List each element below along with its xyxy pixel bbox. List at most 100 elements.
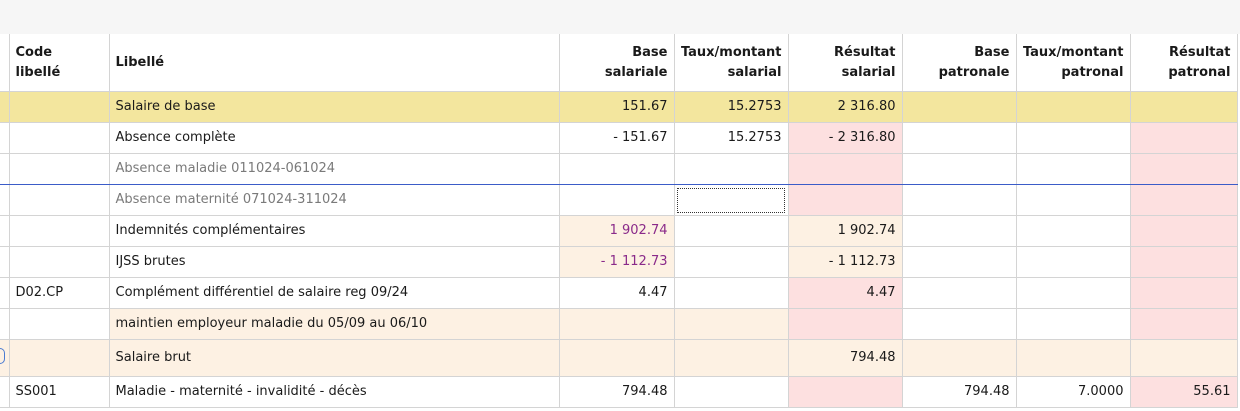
- cell-taux-patronal[interactable]: [1016, 153, 1131, 185]
- cell-base-salariale[interactable]: [559, 153, 675, 185]
- table-row[interactable]: Indemnités complémentaires 1 902.74 1 90…: [0, 215, 1238, 247]
- col-header-taux-salarial[interactable]: Taux/montant salarial: [674, 34, 789, 92]
- cell-base-salariale[interactable]: 151.67: [559, 91, 675, 123]
- cell-taux-salarial[interactable]: [674, 339, 789, 377]
- cell-base-patronale[interactable]: [902, 277, 1017, 309]
- cell-taux-patronal[interactable]: [1016, 308, 1131, 340]
- cell-code[interactable]: [9, 339, 110, 377]
- table-row[interactable]: Salaire de base 151.67 15.2753 2 316.80: [0, 91, 1238, 123]
- cell-base-salariale[interactable]: 794.48: [559, 376, 675, 408]
- expand-marker-icon[interactable]: [0, 348, 5, 364]
- cell-libelle[interactable]: maintien employeur maladie du 05/09 au 0…: [109, 308, 560, 340]
- cell-code[interactable]: [9, 184, 110, 216]
- cell-resultat-patronal[interactable]: [1130, 308, 1238, 340]
- cell-resultat-patronal[interactable]: [1130, 122, 1238, 154]
- cell-code[interactable]: [9, 215, 110, 247]
- col-header-resultat-patronal[interactable]: Résultat patronal: [1130, 34, 1238, 92]
- cell-resultat-salarial[interactable]: 794.48: [788, 339, 903, 377]
- cell-resultat-patronal[interactable]: [1130, 91, 1238, 123]
- cell-libelle[interactable]: Maladie - maternité - invalidité - décès: [109, 376, 560, 408]
- cell-taux-patronal[interactable]: [1016, 246, 1131, 278]
- cell-libelle[interactable]: Complément différentiel de salaire reg 0…: [109, 277, 560, 309]
- cell-code[interactable]: D02.CP: [9, 277, 110, 309]
- table-row[interactable]: Absence maladie 011024-061024: [0, 153, 1238, 185]
- table-row[interactable]: IJSS brutes - 1 112.73 - 1 112.73: [0, 246, 1238, 278]
- cell-code[interactable]: [9, 91, 110, 123]
- cell-libelle[interactable]: Absence maternité 071024-311024: [109, 184, 560, 216]
- cell-base-salariale[interactable]: 1 902.74: [559, 215, 675, 247]
- table-row[interactable]: D02.CP Complément différentiel de salair…: [0, 277, 1238, 309]
- cell-resultat-patronal[interactable]: 55.61: [1130, 376, 1238, 408]
- cell-base-salariale[interactable]: [559, 339, 675, 377]
- cell-base-salariale[interactable]: 4.47: [559, 277, 675, 309]
- cell-taux-patronal[interactable]: [1016, 184, 1131, 216]
- cell-base-patronale[interactable]: [902, 91, 1017, 123]
- row-selector[interactable]: [0, 376, 10, 408]
- cell-taux-salarial-focused[interactable]: [674, 184, 789, 216]
- cell-base-patronale[interactable]: [902, 122, 1017, 154]
- cell-resultat-salarial[interactable]: [788, 153, 903, 185]
- cell-taux-salarial[interactable]: [674, 246, 789, 278]
- cell-base-patronale[interactable]: [902, 339, 1017, 377]
- cell-resultat-patronal[interactable]: [1130, 339, 1238, 377]
- row-selector[interactable]: [0, 277, 10, 309]
- cell-libelle[interactable]: Salaire de base: [109, 91, 560, 123]
- cell-base-patronale[interactable]: [902, 308, 1017, 340]
- cell-taux-patronal[interactable]: [1016, 339, 1131, 377]
- table-row[interactable]: Absence complète - 151.67 15.2753 - 2 31…: [0, 122, 1238, 154]
- col-header-code[interactable]: Code libellé: [9, 34, 110, 92]
- cell-resultat-salarial[interactable]: 1 902.74: [788, 215, 903, 247]
- table-row[interactable]: Salaire brut 794.48: [0, 339, 1238, 377]
- cell-resultat-patronal[interactable]: [1130, 184, 1238, 216]
- cell-taux-salarial[interactable]: [674, 308, 789, 340]
- row-selector[interactable]: [0, 215, 10, 247]
- col-header-taux-patronal[interactable]: Taux/montant patronal: [1016, 34, 1131, 92]
- col-header-base-patronale[interactable]: Base patronale: [902, 34, 1017, 92]
- cell-resultat-patronal[interactable]: [1130, 215, 1238, 247]
- cell-taux-salarial[interactable]: [674, 153, 789, 185]
- cell-resultat-patronal[interactable]: [1130, 277, 1238, 309]
- cell-code[interactable]: [9, 246, 110, 278]
- cell-base-patronale[interactable]: [902, 246, 1017, 278]
- cell-taux-salarial[interactable]: 15.2753: [674, 91, 789, 123]
- table-row-selected[interactable]: Absence maternité 071024-311024: [0, 184, 1238, 216]
- row-selector[interactable]: [0, 153, 10, 185]
- cell-code[interactable]: SS001: [9, 376, 110, 408]
- cell-libelle[interactable]: Absence maladie 011024-061024: [109, 153, 560, 185]
- cell-taux-patronal[interactable]: [1016, 122, 1131, 154]
- cell-taux-salarial[interactable]: 15.2753: [674, 122, 789, 154]
- cell-base-salariale[interactable]: - 1 112.73: [559, 246, 675, 278]
- cell-resultat-patronal[interactable]: [1130, 246, 1238, 278]
- row-selector[interactable]: [0, 339, 10, 377]
- row-selector[interactable]: [0, 246, 10, 278]
- col-header-libelle[interactable]: Libellé: [109, 34, 560, 92]
- cell-taux-salarial[interactable]: [674, 215, 789, 247]
- cell-resultat-salarial[interactable]: [788, 376, 903, 408]
- cell-resultat-salarial[interactable]: - 1 112.73: [788, 246, 903, 278]
- cell-base-patronale[interactable]: [902, 215, 1017, 247]
- row-selector[interactable]: [0, 308, 10, 340]
- cell-code[interactable]: [9, 122, 110, 154]
- col-header-resultat-salarial[interactable]: Résultat salarial: [788, 34, 903, 92]
- cell-resultat-salarial[interactable]: - 2 316.80: [788, 122, 903, 154]
- cell-libelle[interactable]: Indemnités complémentaires: [109, 215, 560, 247]
- row-selector[interactable]: [0, 184, 10, 216]
- cell-code[interactable]: [9, 308, 110, 340]
- cell-base-patronale[interactable]: [902, 153, 1017, 185]
- cell-taux-patronal[interactable]: [1016, 277, 1131, 309]
- cell-base-salariale[interactable]: [559, 184, 675, 216]
- cell-base-patronale[interactable]: [902, 184, 1017, 216]
- cell-base-salariale[interactable]: [559, 308, 675, 340]
- col-header-base-salariale[interactable]: Base salariale: [559, 34, 675, 92]
- cell-base-salariale[interactable]: - 151.67: [559, 122, 675, 154]
- cell-taux-patronal[interactable]: 7.0000: [1016, 376, 1131, 408]
- cell-libelle[interactable]: Salaire brut: [109, 339, 560, 377]
- cell-taux-patronal[interactable]: [1016, 91, 1131, 123]
- cell-code[interactable]: [9, 153, 110, 185]
- table-row[interactable]: maintien employeur maladie du 05/09 au 0…: [0, 308, 1238, 340]
- cell-taux-salarial[interactable]: [674, 277, 789, 309]
- cell-taux-patronal[interactable]: [1016, 215, 1131, 247]
- row-selector[interactable]: [0, 91, 10, 123]
- table-row[interactable]: SS001 Maladie - maternité - invalidité -…: [0, 376, 1238, 408]
- cell-resultat-patronal[interactable]: [1130, 153, 1238, 185]
